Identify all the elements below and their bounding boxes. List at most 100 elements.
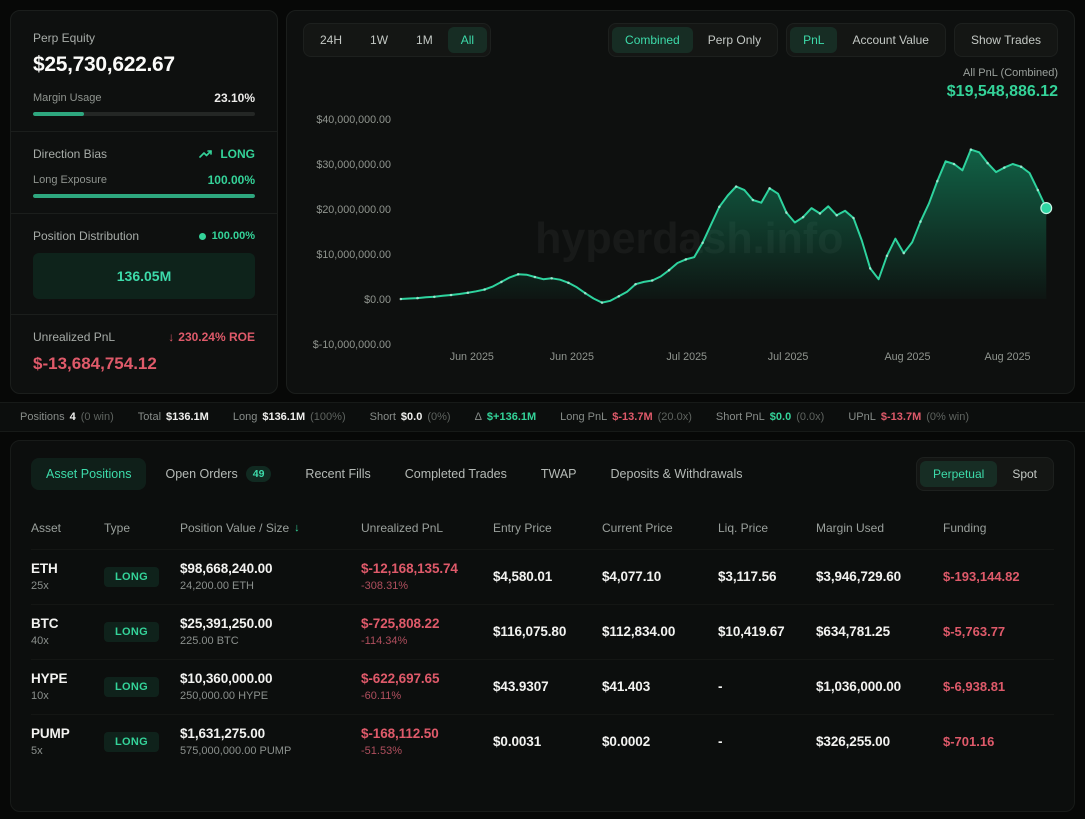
mode-perp-only[interactable]: Perp Only (695, 27, 774, 53)
column-label: Type (104, 521, 130, 535)
chart-point (1003, 166, 1006, 169)
table-cell: $25,391,250.00225.00 BTC (180, 616, 361, 647)
margin-usage-bar (33, 112, 255, 116)
tab-twap[interactable]: TWAP (526, 458, 592, 490)
column-header-margin-used[interactable]: Margin Used (816, 521, 943, 535)
y-axis-tick-label: $40,000,000.00 (316, 114, 391, 126)
chart-point (517, 273, 520, 276)
column-label: Unrealized PnL (361, 521, 443, 535)
view-pnl[interactable]: PnL (790, 27, 837, 53)
summary-label: Total (138, 411, 161, 423)
table-cell: $98,668,240.0024,200.00 ETH (180, 561, 361, 592)
tab-open-orders[interactable]: Open Orders49 (150, 457, 286, 491)
chart-point (785, 211, 788, 214)
positions-table: AssetType Position Value / Size↓Unrealize… (31, 515, 1054, 769)
cell-value: $326,255.00 (816, 734, 943, 749)
table-cell: - (718, 679, 816, 694)
cell-value: $25,391,250.00 (180, 616, 361, 631)
positions-tabs: Asset Positions Open Orders49 Recent Fills… (31, 457, 758, 491)
top-section: Perp Equity $25,730,622.67 Margin Usage … (10, 10, 1075, 394)
cell-value: $98,668,240.00 (180, 561, 361, 576)
time-filter-all[interactable]: All (448, 27, 487, 53)
column-header-unrealized-pnl[interactable]: Unrealized PnL (361, 521, 493, 535)
cell-value: $-12,168,135.74 (361, 561, 493, 576)
divider (11, 213, 277, 214)
column-header-entry-price[interactable]: Entry Price (493, 521, 602, 535)
summary-long-pnl: Long PnL$-13.7M(20.0x) (560, 411, 692, 423)
tab-label: Asset Positions (46, 467, 131, 481)
cell-value: $634,781.25 (816, 624, 943, 639)
table-cell: $-6,938.81 (943, 678, 1054, 696)
chart-point (752, 199, 755, 202)
arrow-down-icon: ↓ (168, 330, 174, 344)
perp-equity-value: $25,730,622.67 (33, 53, 255, 77)
column-label: Margin Used (816, 521, 884, 535)
tab-label: Deposits & Withdrawals (611, 467, 743, 481)
column-header-liq-price[interactable]: Liq. Price (718, 521, 816, 535)
summary-upnl: UPnL$-13.7M(0% win) (848, 411, 969, 423)
view-account-value[interactable]: Account Value (839, 27, 942, 53)
position-type-badge: LONG (104, 622, 159, 642)
long-exposure-bar-fill (33, 194, 255, 198)
position-row-hype[interactable]: HYPE10xLONG$10,360,000.00250,000.00 HYPE… (31, 659, 1054, 714)
position-row-eth[interactable]: ETH25xLONG$98,668,240.0024,200.00 ETH$-1… (31, 549, 1054, 604)
column-header-funding[interactable]: Funding (943, 521, 1054, 535)
table-cell: $-12,168,135.74 -308.31% (361, 561, 493, 592)
summary-positions: Positions4(0 win) (20, 411, 114, 423)
position-type-badge: LONG (104, 567, 159, 587)
column-header-current-price[interactable]: Current Price (602, 521, 718, 535)
summary-label: Δ (475, 411, 482, 423)
table-cell: $10,419.67 (718, 624, 816, 639)
chart-point (986, 162, 989, 165)
unrealized-pnl-value: $-13,684,754.12 (33, 354, 255, 374)
table-cell: $0.0031 (493, 734, 602, 749)
cell-value: $112,834.00 (602, 624, 718, 639)
market-perpetual[interactable]: Perpetual (920, 461, 997, 487)
position-row-btc[interactable]: BTC40xLONG$25,391,250.00225.00 BTC$-725,… (31, 604, 1054, 659)
table-cell: $-701.16 (943, 733, 1054, 751)
column-label: Funding (943, 521, 986, 535)
cell-subvalue: -308.31% (361, 580, 493, 592)
market-spot[interactable]: Spot (999, 461, 1050, 487)
column-header-type[interactable]: Type (104, 521, 180, 535)
summary-value: $0.0 (401, 411, 422, 423)
all-pnl-value: $19,548,886.12 (303, 83, 1058, 101)
distribution-box[interactable]: 136.05M (33, 253, 255, 299)
chart-point (584, 292, 587, 295)
tab-completed-trades[interactable]: Completed Trades (390, 458, 522, 490)
mode-combined[interactable]: Combined (612, 27, 693, 53)
column-label: Liq. Price (718, 521, 768, 535)
chart-point (802, 216, 805, 219)
position-row-pump[interactable]: PUMP5xLONG$1,631,275.00575,000,000.00 PU… (31, 714, 1054, 769)
trading-dashboard: Perp Equity $25,730,622.67 Margin Usage … (0, 0, 1085, 819)
summary-value: $+136.1M (487, 411, 536, 423)
cell-value: $10,419.67 (718, 624, 816, 639)
time-filter-1w[interactable]: 1W (357, 27, 401, 53)
show-trades-button[interactable]: Show Trades (958, 27, 1054, 53)
pnl-chart[interactable]: hyperdash.info$40,000,000.00$30,000,000.… (303, 103, 1058, 365)
funding-value: $-193,144.82 (943, 569, 1020, 584)
y-axis-tick-label: $10,000,000.00 (316, 249, 391, 261)
tab-deposits-withdrawals[interactable]: Deposits & Withdrawals (596, 458, 758, 490)
tab-recent-fills[interactable]: Recent Fills (290, 458, 385, 490)
tab-label: Recent Fills (305, 467, 370, 481)
cell-value: BTC (31, 616, 104, 631)
time-filter-1m[interactable]: 1M (403, 27, 446, 53)
chart-point (400, 298, 403, 301)
all-pnl-label: All PnL (Combined) (303, 67, 1058, 79)
tab-asset-positions[interactable]: Asset Positions (31, 458, 146, 490)
table-cell: $43.9307 (493, 679, 602, 694)
table-body: ETH25xLONG$98,668,240.0024,200.00 ETH$-1… (31, 549, 1054, 769)
time-filter-24h[interactable]: 24H (307, 27, 355, 53)
y-axis-tick-label: $0.00 (364, 294, 391, 306)
x-axis-tick-label: Jun 2025 (450, 351, 494, 363)
chart-point (701, 242, 704, 245)
cell-value: $3,117.56 (718, 569, 816, 584)
column-header-position-value-size[interactable]: Position Value / Size↓ (180, 521, 361, 535)
divider (11, 131, 277, 132)
column-label: Entry Price (493, 521, 552, 535)
column-header-asset[interactable]: Asset (31, 521, 104, 535)
summary-label: UPnL (848, 411, 876, 423)
positions-summary-bar: Positions4(0 win)Total$136.1MLong$136.1M… (0, 402, 1085, 432)
cell-value: - (718, 734, 816, 749)
